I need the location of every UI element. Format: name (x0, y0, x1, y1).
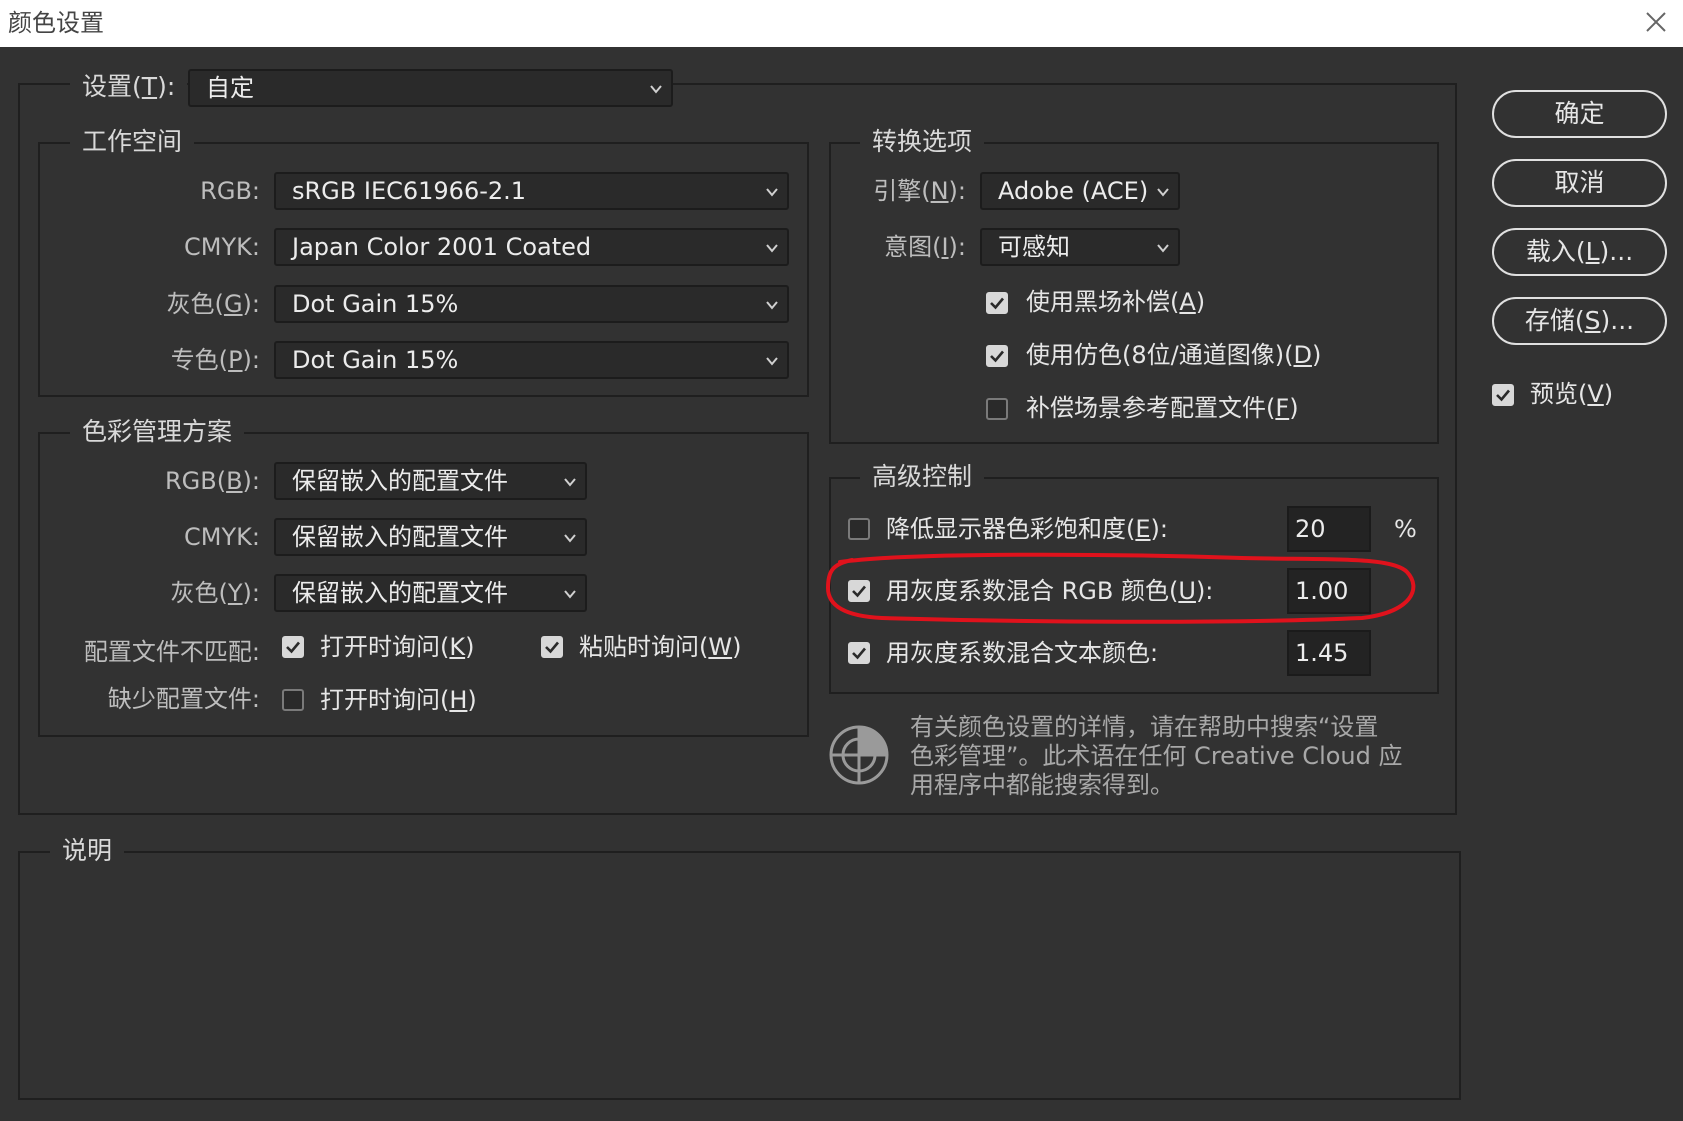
settings-label: 设置(T): (70, 70, 188, 104)
black-point-compensation-checkbox[interactable] (986, 292, 1008, 314)
help-text: 有关颜色设置的详情，请在帮助中搜索“设置 色彩管理”。此术语在任何 Creati… (910, 713, 1440, 800)
percent-unit: % (1394, 515, 1417, 543)
window-title: 颜色设置 (8, 9, 104, 37)
engine-value: Adobe (ACE) (998, 177, 1149, 205)
chevron-down-icon (1157, 244, 1169, 253)
black-point-compensation-label: 使用黑场补偿(A) (1026, 288, 1206, 316)
chevron-down-icon (650, 85, 662, 94)
chevron-down-icon (766, 244, 778, 253)
description-title: 说明 (50, 834, 125, 868)
workspace-spot-value: Dot Gain 15% (292, 346, 459, 374)
intent-label: 意图(I): (884, 233, 966, 261)
ok-button[interactable]: 确定 (1492, 90, 1667, 138)
color-wheel-icon (829, 725, 889, 785)
workspace-spot-dropdown[interactable]: Dot Gain 15% (274, 341, 789, 379)
advanced-controls-title: 高级控制 (860, 460, 985, 494)
help-line: 用程序中都能搜索得到。 (910, 771, 1174, 799)
chevron-down-icon (766, 188, 778, 197)
checkmark-icon (286, 641, 300, 654)
engine-dropdown[interactable]: Adobe (ACE) (980, 172, 1180, 210)
workspace-cmyk-dropdown[interactable]: Japan Color 2001 Coated (274, 228, 789, 266)
ask-when-pasting-checkbox[interactable] (541, 636, 563, 658)
missing-profiles-label: 缺少配置文件: (107, 685, 260, 713)
policy-rgb-value: 保留嵌入的配置文件 (292, 467, 508, 495)
help-line: 色彩管理”。此术语在任何 Creative Cloud 应 (910, 742, 1403, 770)
policy-rgb-label: RGB(B): (164, 467, 260, 495)
preview-label: 预览(V) (1530, 380, 1614, 408)
settings-value: 自定 (206, 74, 254, 102)
policy-rgb-dropdown[interactable]: 保留嵌入的配置文件 (274, 462, 587, 500)
use-dither-checkbox[interactable] (986, 345, 1008, 367)
policy-cmyk-dropdown[interactable]: 保留嵌入的配置文件 (274, 518, 587, 556)
scene-referred-label: 补偿场景参考配置文件(F) (1026, 394, 1299, 422)
missing-ask-when-opening-label: 打开时询问(H) (320, 686, 477, 714)
workspace-gray-label: 灰色(G): (166, 290, 260, 318)
checkmark-icon (1496, 389, 1510, 402)
desaturate-monitor-checkbox[interactable] (848, 518, 870, 540)
checkmark-icon (990, 297, 1004, 310)
use-dither-label: 使用仿色(8位/通道图像)(D) (1026, 341, 1322, 369)
preview-checkbox[interactable] (1492, 384, 1514, 406)
intent-value: 可感知 (998, 233, 1070, 261)
missing-ask-when-opening-checkbox[interactable] (282, 689, 304, 711)
desaturate-monitor-label: 降低显示器色彩饱和度(E): (886, 515, 1168, 543)
chevron-down-icon (1157, 188, 1169, 197)
chevron-down-icon (564, 478, 576, 487)
help-line: 有关颜色设置的详情，请在帮助中搜索“设置 (910, 713, 1379, 741)
checkmark-icon (990, 350, 1004, 363)
policy-gray-label: 灰色(Y): (170, 579, 261, 607)
workspace-cmyk-label: CMYK: (184, 233, 260, 261)
settings-dropdown[interactable]: 自定 (188, 69, 673, 107)
policy-cmyk-value: 保留嵌入的配置文件 (292, 523, 508, 551)
checkmark-icon (545, 641, 559, 654)
ask-when-pasting-label: 粘贴时询问(W) (579, 633, 742, 661)
intent-dropdown[interactable]: 可感知 (980, 228, 1180, 266)
workspace-rgb-value: sRGB IEC61966-2.1 (292, 177, 527, 205)
workspace-gray-dropdown[interactable]: Dot Gain 15% (274, 285, 789, 323)
title-bar: 颜色设置 (0, 0, 1683, 47)
workspace-spot-label: 专色(P): (170, 346, 260, 374)
chevron-down-icon (766, 301, 778, 310)
description-group (18, 851, 1461, 1100)
blend-text-gamma-label: 用灰度系数混合文本颜色: (886, 639, 1159, 667)
ask-when-opening-checkbox[interactable] (282, 636, 304, 658)
profile-mismatch-label: 配置文件不匹配: (83, 638, 260, 666)
policy-cmyk-label: CMYK: (184, 523, 260, 551)
blend-text-gamma-input[interactable]: 1.45 (1287, 630, 1371, 676)
load-button[interactable]: 载入(L)... (1492, 228, 1667, 276)
close-button[interactable] (1636, 4, 1676, 42)
chevron-down-icon (766, 357, 778, 366)
workspace-rgb-label: RGB: (200, 177, 260, 205)
workspace-rgb-dropdown[interactable]: sRGB IEC61966-2.1 (274, 172, 789, 210)
conversion-options-title: 转换选项 (860, 125, 985, 159)
scene-referred-checkbox[interactable] (986, 398, 1008, 420)
workspace-gray-value: Dot Gain 15% (292, 290, 459, 318)
policy-gray-value: 保留嵌入的配置文件 (292, 579, 508, 607)
chevron-down-icon (564, 534, 576, 543)
policy-gray-dropdown[interactable]: 保留嵌入的配置文件 (274, 574, 587, 612)
color-management-title: 色彩管理方案 (70, 415, 245, 449)
save-button[interactable]: 存储(S)... (1492, 297, 1667, 345)
desaturate-value-input[interactable]: 20 (1287, 506, 1371, 552)
workspace-cmyk-value: Japan Color 2001 Coated (292, 233, 592, 261)
red-annotation-circle (825, 552, 1416, 624)
workspace-title: 工作空间 (70, 125, 195, 159)
close-icon (1646, 12, 1666, 32)
blend-text-gamma-checkbox[interactable] (848, 642, 870, 664)
cancel-button[interactable]: 取消 (1492, 159, 1667, 207)
engine-label: 引擎(N): (873, 177, 966, 205)
ask-when-opening-label: 打开时询问(K) (320, 633, 475, 661)
chevron-down-icon (564, 590, 576, 599)
checkmark-icon (852, 647, 866, 660)
